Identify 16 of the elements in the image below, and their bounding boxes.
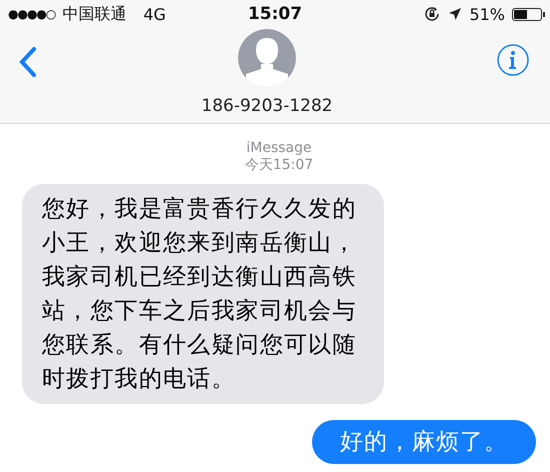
- rotation-lock-icon: [423, 5, 442, 23]
- battery-percent: 51%: [469, 4, 505, 24]
- service-label: iMessage: [246, 140, 312, 156]
- network-type: 4G: [143, 4, 166, 24]
- location-arrow-icon: [448, 7, 462, 21]
- message-bubble: 您好，我是富贵香行久久发的小王，欢迎您来到南岳衡山，我家司机已经到达衡山西高铁站，您下车之后我家司机会与您联系。有什么疑问您可以随时拨打我的电话。: [22, 184, 384, 404]
- signal-strength: ●●●●○: [8, 7, 56, 21]
- message-bubble: 好的，麻烦了。: [312, 420, 536, 464]
- avatar-icon[interactable]: [237, 28, 297, 88]
- battery-icon: [512, 8, 542, 20]
- info-icon[interactable]: [496, 43, 530, 77]
- carrier-name: 中国联通: [62, 4, 126, 24]
- message-timestamp: 今天15:07: [244, 156, 314, 174]
- back-chevron-icon[interactable]: [18, 46, 38, 78]
- status-time: 15:07: [248, 4, 302, 24]
- contact-number[interactable]: 186-9203-1282: [201, 96, 333, 116]
